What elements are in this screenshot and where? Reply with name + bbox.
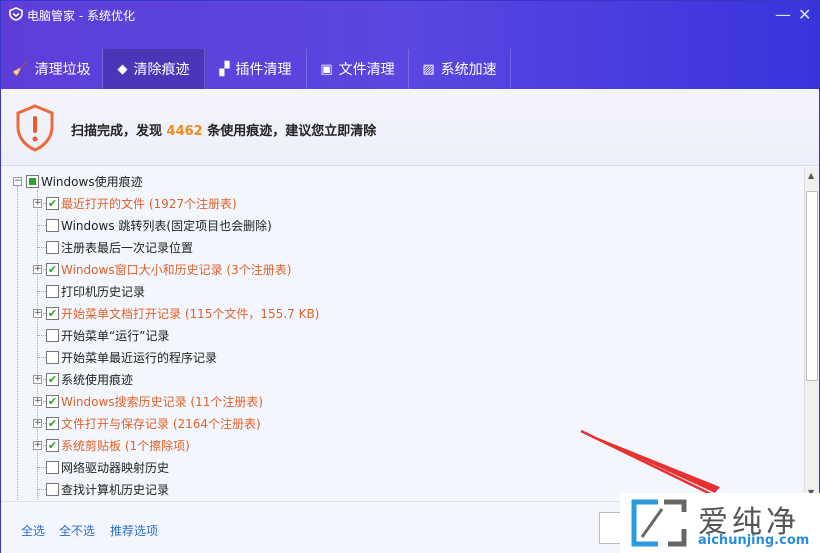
tab-plugin[interactable]: ▞ 插件清理 <box>205 49 307 89</box>
item-checkbox[interactable]: ✔ <box>46 438 59 452</box>
expand-icon[interactable]: + <box>33 308 42 318</box>
message-prefix: 扫描完成，发现 <box>71 124 167 139</box>
root-checkbox[interactable] <box>26 174 39 188</box>
scan-result-banner: 扫描完成，发现 4462 条使用痕迹，建议您立即清除 <box>1 89 819 166</box>
tree-root-label: Windows使用痕迹 <box>41 174 143 189</box>
trash-icon: ▣ <box>320 61 333 77</box>
item-checkbox[interactable]: ✔ <box>46 306 59 320</box>
scan-message: 扫描完成，发现 4462 条使用痕迹，建议您立即清除 <box>71 120 376 139</box>
tree-item-label: 开始菜单文档打开记录 (115个文件，155.7 KB) <box>61 306 320 321</box>
tree-item-label: Windows窗口大小和历史记录 (3个注册表) <box>61 262 292 277</box>
tab-label: 插件清理 <box>235 62 292 78</box>
tree-item-label: 系统剪贴板 (1个擦除项) <box>61 438 190 453</box>
title-bar: 电脑管家 - 系统优化 <box>9 7 135 24</box>
scrollbar-thumb[interactable] <box>806 191 818 381</box>
item-checkbox[interactable]: ✔ <box>46 416 59 430</box>
tree-item[interactable]: 打印机历史记录 <box>33 280 145 302</box>
tree-item[interactable]: 注册表最后一次记录位置 <box>33 236 193 258</box>
tree-item[interactable]: + ✔ Windows窗口大小和历史记录 (3个注册表) <box>33 258 291 280</box>
item-checkbox[interactable]: ✔ <box>46 196 59 210</box>
tree-item[interactable]: + ✔ 系统使用痕迹 <box>33 368 133 390</box>
scrollbar[interactable]: ▲ ▼ <box>804 167 819 501</box>
window-title: 电脑管家 - 系统优化 <box>27 9 135 23</box>
tab-eraser[interactable]: ◆ 清除痕迹 <box>103 49 205 89</box>
tab-label: 文件清理 <box>338 62 395 78</box>
trace-count: 4462 <box>166 124 203 139</box>
tree-item[interactable]: 网络驱动器映射历史 <box>33 456 169 478</box>
monitor-icon: ▨ <box>422 61 435 77</box>
tab-label: 系统加速 <box>440 62 497 78</box>
broom-icon: 🧹 <box>12 61 29 77</box>
tab-label: 清理垃圾 <box>34 62 91 78</box>
tree-item[interactable]: + ✔ 开始菜单文档打开记录 (115个文件，155.7 KB) <box>33 302 319 324</box>
tree-item-label: 查找计算机历史记录 <box>61 482 170 497</box>
header: 电脑管家 - 系统优化 — ✕ 🧹 清理垃圾 ◆ 清除痕迹 ▞ 插件清理 ▣ 文件清理 ▨ 系统加… <box>1 1 819 89</box>
shield-logo-icon <box>9 7 23 24</box>
item-checkbox[interactable]: ✔ <box>46 372 59 386</box>
collapse-icon[interactable]: − <box>13 176 22 186</box>
tree-item-label: 开始菜单最近运行的程序记录 <box>61 350 218 365</box>
tab-bar: 🧹 清理垃圾 ◆ 清除痕迹 ▞ 插件清理 ▣ 文件清理 ▨ 系统加速 <box>1 49 511 89</box>
expand-icon[interactable]: + <box>33 418 42 428</box>
item-checkbox[interactable]: ✔ <box>46 394 59 408</box>
expand-icon[interactable]: + <box>33 264 42 274</box>
tree-item-label: Windows 跳转列表(固定项目也会删除) <box>61 218 272 233</box>
tree-item-label: 网络驱动器映射历史 <box>61 460 170 475</box>
expand-icon[interactable]: + <box>33 396 42 406</box>
tree-item-label: 文件打开与保存记录 (2164个注册表) <box>61 416 261 431</box>
recommended-link[interactable]: 推荐选项 <box>110 522 158 539</box>
item-checkbox[interactable]: ✔ <box>46 262 59 276</box>
tree-item-label: 注册表最后一次记录位置 <box>61 240 194 255</box>
item-checkbox[interactable] <box>46 482 59 496</box>
tree-root[interactable]: − Windows使用痕迹 <box>13 170 143 192</box>
tree-item-label: Windows搜索历史记录 (11个注册表) <box>61 394 264 409</box>
message-suffix: 条使用痕迹，建议您立即清除 <box>202 124 377 139</box>
tree-item[interactable]: 开始菜单最近运行的程序记录 <box>33 346 217 368</box>
select-none-link[interactable]: 全不选 <box>59 522 95 539</box>
item-checkbox[interactable] <box>46 350 59 364</box>
tree-item[interactable]: + ✔ 文件打开与保存记录 (2164个注册表) <box>33 412 261 434</box>
item-checkbox[interactable] <box>46 240 59 254</box>
item-checkbox[interactable] <box>46 218 59 232</box>
tree-item[interactable]: Windows 跳转列表(固定项目也会删除) <box>33 214 272 236</box>
tab-broom[interactable]: 🧹 清理垃圾 <box>1 49 103 89</box>
tree-item[interactable]: + ✔ 最近打开的文件 (1927个注册表) <box>33 192 237 214</box>
close-icon[interactable]: ✕ <box>798 5 811 24</box>
tab-monitor[interactable]: ▨ 系统加速 <box>409 49 511 89</box>
tree-item[interactable]: 查找计算机历史记录 <box>33 478 169 500</box>
item-checkbox[interactable] <box>46 328 59 342</box>
scroll-up-icon[interactable]: ▲ <box>808 171 814 180</box>
tree-item-label: 开始菜单“运行”记录 <box>61 328 170 343</box>
tree-item[interactable]: 开始菜单“运行”记录 <box>33 324 169 346</box>
warning-shield-icon <box>15 103 55 156</box>
item-checkbox[interactable] <box>46 460 59 474</box>
expand-icon[interactable]: + <box>33 374 42 384</box>
watermark: 爱纯净 aichunjing.com <box>620 493 820 553</box>
watermark-logo-icon <box>631 499 687 547</box>
tree-item-label: 系统使用痕迹 <box>61 372 134 387</box>
tree-item[interactable]: + ✔ Windows搜索历史记录 (11个注册表) <box>33 390 263 412</box>
tree-item-label: 最近打开的文件 (1927个注册表) <box>61 196 237 211</box>
expand-icon[interactable]: + <box>33 440 42 450</box>
expand-icon[interactable]: + <box>33 198 42 208</box>
item-checkbox[interactable] <box>46 284 59 298</box>
tree-item-label: 打印机历史记录 <box>61 284 146 299</box>
tab-trash[interactable]: ▣ 文件清理 <box>307 49 409 89</box>
tab-label: 清除痕迹 <box>133 62 190 78</box>
eraser-icon: ◆ <box>117 61 128 77</box>
minimize-icon[interactable]: — <box>775 5 791 24</box>
watermark-url: aichunjing.com <box>698 533 810 548</box>
plugin-icon: ▞ <box>219 61 230 77</box>
tree-item[interactable]: + ✔ 系统剪贴板 (1个擦除项) <box>33 434 190 456</box>
select-all-link[interactable]: 全选 <box>21 522 45 539</box>
